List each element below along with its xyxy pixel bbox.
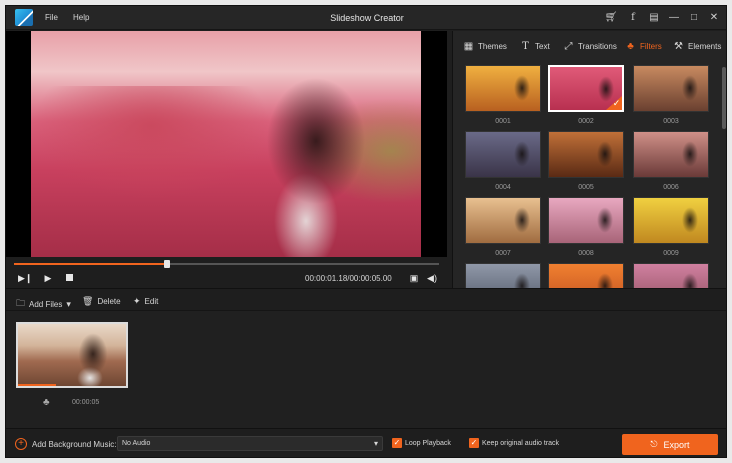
loop-label: Loop Playback xyxy=(405,440,451,447)
chevron-down-icon: ▾ xyxy=(66,298,71,309)
filter-label: 0001 xyxy=(495,118,511,125)
audio-select[interactable]: No Audio ▾ xyxy=(117,436,383,451)
filter-item[interactable]: 0005 xyxy=(548,131,624,191)
clip-duration: 00:00:05 xyxy=(72,399,100,406)
app-title: Slideshow Creator xyxy=(330,13,404,23)
filter-item[interactable]: 0001 xyxy=(465,65,541,125)
selected-check-icon: ✓ xyxy=(606,96,622,110)
filter-thumbnail[interactable] xyxy=(548,263,624,288)
cart-icon[interactable]: 🛒︎ xyxy=(604,11,618,25)
edit-button[interactable]: ✦ Edit xyxy=(133,296,158,307)
filter-thumbnail[interactable] xyxy=(633,65,709,112)
bottom-bar: + Add Background Music: No Audio ▾ ✓ Loo… xyxy=(6,428,726,457)
player-controls: ▶❙ ▶ 00:00:01.18/00:00:05.00 ▣ ◀) xyxy=(6,268,447,288)
keep-audio-label: Keep original audio track xyxy=(482,440,560,447)
tab-themes[interactable]: ▦ Themes xyxy=(463,41,507,52)
snapshot-icon[interactable]: ▣ xyxy=(408,272,420,284)
filter-thumbnail[interactable] xyxy=(633,263,709,288)
trash-icon: 🗑︎ xyxy=(82,296,94,306)
progress-fill xyxy=(14,263,167,265)
themes-icon: ▦ xyxy=(463,41,474,52)
filters-icon: ♣ xyxy=(627,41,634,52)
app-window: File Help Slideshow Creator 🛒︎ f ▤ — □ ✕… xyxy=(5,5,727,458)
tab-transitions[interactable]: ⤢ Transitions xyxy=(563,41,617,52)
filter-label: 0006 xyxy=(663,184,679,191)
tab-filters[interactable]: ♣ Filters xyxy=(625,41,662,52)
filter-thumbnail[interactable] xyxy=(465,263,541,288)
delete-button[interactable]: 🗑︎ Delete xyxy=(82,296,121,307)
filter-thumbnail[interactable] xyxy=(465,131,541,178)
filter-item[interactable] xyxy=(465,263,541,288)
filter-label: 0008 xyxy=(578,250,594,257)
preview-area xyxy=(6,31,447,257)
right-panel: ▦ Themes T Text ⤢ Transitions ♣ Filters … xyxy=(452,31,726,288)
volume-icon[interactable]: ◀) xyxy=(426,272,438,284)
export-button[interactable]: ⎋ Export xyxy=(622,434,718,455)
facebook-icon[interactable]: f xyxy=(626,11,640,25)
filter-thumbnail[interactable]: ✓ xyxy=(548,65,624,112)
tab-bar: ▦ Themes T Text ⤢ Transitions ♣ Filters … xyxy=(453,31,726,59)
filter-label: 0002 xyxy=(578,118,594,125)
filter-thumbnail[interactable] xyxy=(548,197,624,244)
storyboard: ♣ 00:00:05 xyxy=(6,310,726,428)
menu-help[interactable]: Help xyxy=(73,13,89,22)
filter-thumbnail[interactable] xyxy=(633,131,709,178)
tab-elements[interactable]: ⚒ Elements xyxy=(673,41,721,52)
filter-thumbnail[interactable] xyxy=(633,197,709,244)
minimize-icon[interactable]: — xyxy=(667,11,681,25)
filter-item[interactable] xyxy=(548,263,624,288)
title-bar: File Help Slideshow Creator 🛒︎ f ▤ — □ ✕ xyxy=(6,6,726,30)
filter-item[interactable]: ✓ 0002 xyxy=(548,65,624,125)
filter-item[interactable]: 0007 xyxy=(465,197,541,257)
video-preview xyxy=(31,31,421,257)
filter-thumbnail[interactable] xyxy=(465,197,541,244)
filter-item[interactable]: 0006 xyxy=(633,131,709,191)
chat-icon[interactable]: ▤ xyxy=(647,11,661,25)
play-icon[interactable]: ▶ xyxy=(42,272,54,284)
filter-thumbnail[interactable] xyxy=(548,131,624,178)
close-icon[interactable]: ✕ xyxy=(707,11,721,25)
edit-toolbar: 🗀︎ Add Files ▾ 🗑︎ Delete ✦ Edit xyxy=(6,288,726,310)
progress-handle[interactable] xyxy=(164,260,170,268)
loop-checkbox[interactable]: ✓ xyxy=(392,438,402,448)
magic-wand-icon: ✦ xyxy=(133,296,141,306)
filter-label: 0004 xyxy=(495,184,511,191)
transitions-icon: ⤢ xyxy=(564,41,573,52)
filter-item[interactable]: 0003 xyxy=(633,65,709,125)
maximize-icon[interactable]: □ xyxy=(687,11,701,25)
bgm-label: Add Background Music: xyxy=(32,440,117,449)
add-music-icon[interactable]: + xyxy=(15,438,27,450)
filter-item[interactable] xyxy=(633,263,709,288)
play-pause-icon[interactable]: ▶❙ xyxy=(18,272,32,284)
text-icon: T xyxy=(522,41,529,52)
elements-icon: ⚒ xyxy=(674,41,683,52)
filter-item[interactable]: 0009 xyxy=(633,197,709,257)
filter-item[interactable]: 0008 xyxy=(548,197,624,257)
filter-label: 0003 xyxy=(663,118,679,125)
filter-scrollbar[interactable] xyxy=(722,67,726,129)
filter-grid: 0001 ✓ 0002 0003 0004 0005 0006 0007 0008 0009 xyxy=(453,65,721,288)
menu-file[interactable]: File xyxy=(45,13,58,22)
keep-audio-checkbox[interactable]: ✓ xyxy=(469,438,479,448)
chevron-down-icon: ▾ xyxy=(373,439,378,448)
time-display: 00:00:01.18/00:00:05.00 xyxy=(305,274,392,283)
filter-applied-icon: ♣ xyxy=(43,397,50,408)
filter-label: 0005 xyxy=(578,184,594,191)
tab-text[interactable]: T Text xyxy=(520,41,550,52)
filter-label: 0007 xyxy=(495,250,511,257)
export-icon: ⎋ xyxy=(650,439,658,449)
stop-icon[interactable] xyxy=(63,272,75,284)
filter-item[interactable]: 0004 xyxy=(465,131,541,191)
filter-thumbnail[interactable] xyxy=(465,65,541,112)
filter-label: 0009 xyxy=(663,250,679,257)
clip-thumbnail[interactable] xyxy=(16,322,128,388)
app-logo-icon xyxy=(15,9,33,26)
